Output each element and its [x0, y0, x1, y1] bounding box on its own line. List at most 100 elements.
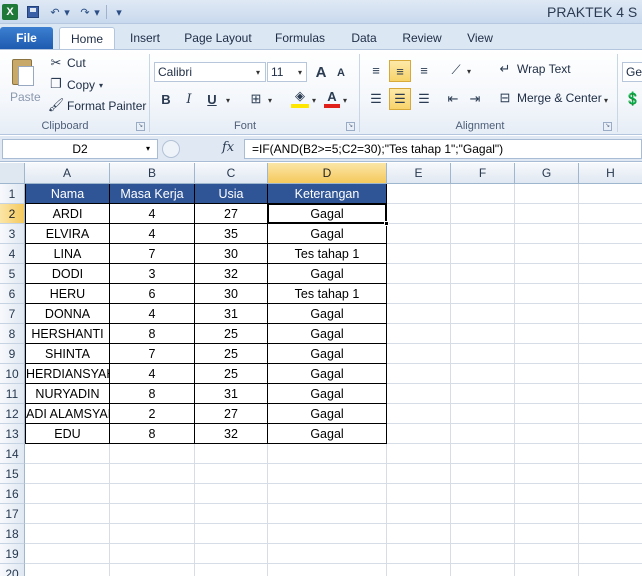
cell-a16[interactable]	[25, 484, 110, 504]
cell-f11[interactable]	[451, 384, 515, 404]
cell-b10[interactable]: 4	[110, 364, 195, 384]
cell-e5[interactable]	[387, 264, 451, 284]
cell-d15[interactable]	[268, 464, 387, 484]
cell-e7[interactable]	[387, 304, 451, 324]
cell-b7[interactable]: 4	[110, 304, 195, 324]
cell-g11[interactable]	[515, 384, 579, 404]
save-icon[interactable]	[26, 4, 40, 20]
cell-h8[interactable]	[579, 324, 642, 344]
column-header-e[interactable]: E	[387, 163, 451, 184]
cell-a20[interactable]	[25, 564, 110, 576]
cell-g17[interactable]	[515, 504, 579, 524]
cell-h3[interactable]	[579, 224, 642, 244]
column-header-c[interactable]: C	[195, 163, 268, 184]
row-header-3[interactable]: 3	[0, 224, 25, 244]
cell-c10[interactable]: 25	[195, 364, 268, 384]
cell-h2[interactable]	[579, 204, 642, 224]
align-middle-icon[interactable]: ≡	[389, 60, 411, 82]
merge-center-dropdown-icon[interactable]: ▾	[604, 96, 608, 105]
cut-button[interactable]: Cut	[67, 56, 86, 70]
row-header-14[interactable]: 14	[0, 444, 25, 464]
column-header-a[interactable]: A	[25, 163, 110, 184]
row-header-8[interactable]: 8	[0, 324, 25, 344]
tab-formulas[interactable]: Formulas	[268, 27, 332, 49]
row-header-5[interactable]: 5	[0, 264, 25, 284]
orientation-icon[interactable]: ⟋	[446, 60, 466, 80]
copy-icon[interactable]: ❐	[48, 76, 64, 92]
redo-dropdown-icon[interactable]: ▾	[93, 4, 101, 20]
cell-g7[interactable]	[515, 304, 579, 324]
cell-c7[interactable]: 31	[195, 304, 268, 324]
cell-b1[interactable]: Masa Kerja	[110, 184, 195, 204]
cell-c4[interactable]: 30	[195, 244, 268, 264]
cell-e12[interactable]	[387, 404, 451, 424]
cell-c3[interactable]: 35	[195, 224, 268, 244]
cell-c2[interactable]: 27	[195, 204, 268, 224]
select-all-corner[interactable]	[0, 163, 25, 184]
cell-f5[interactable]	[451, 264, 515, 284]
row-header-19[interactable]: 19	[0, 544, 25, 564]
cell-a17[interactable]	[25, 504, 110, 524]
cell-a14[interactable]	[25, 444, 110, 464]
row-header-16[interactable]: 16	[0, 484, 25, 504]
cell-h17[interactable]	[579, 504, 642, 524]
cell-b18[interactable]	[110, 524, 195, 544]
cell-b19[interactable]	[110, 544, 195, 564]
cell-g15[interactable]	[515, 464, 579, 484]
grow-font-icon[interactable]: A	[313, 62, 329, 82]
cell-h5[interactable]	[579, 264, 642, 284]
column-header-h[interactable]: H	[579, 163, 642, 184]
cell-f15[interactable]	[451, 464, 515, 484]
cell-g8[interactable]	[515, 324, 579, 344]
row-header-9[interactable]: 9	[0, 344, 25, 364]
cell-f8[interactable]	[451, 324, 515, 344]
cell-g14[interactable]	[515, 444, 579, 464]
cell-b17[interactable]	[110, 504, 195, 524]
orientation-dropdown-icon[interactable]: ▾	[467, 67, 471, 76]
cell-a5[interactable]: DODI	[25, 264, 110, 284]
insert-function-icon[interactable]: fx	[222, 140, 234, 155]
column-header-f[interactable]: F	[451, 163, 515, 184]
font-color-dropdown-icon[interactable]: ▾	[343, 96, 347, 105]
cell-h14[interactable]	[579, 444, 642, 464]
cell-g20[interactable]	[515, 564, 579, 576]
cell-b4[interactable]: 7	[110, 244, 195, 264]
cell-a7[interactable]: DONNA	[25, 304, 110, 324]
cell-f19[interactable]	[451, 544, 515, 564]
cell-f12[interactable]	[451, 404, 515, 424]
format-painter-icon[interactable]: 🖌	[48, 97, 65, 113]
cell-e3[interactable]	[387, 224, 451, 244]
cell-f18[interactable]	[451, 524, 515, 544]
accounting-format-icon[interactable]: 💲	[624, 90, 642, 108]
cell-e14[interactable]	[387, 444, 451, 464]
align-center-icon[interactable]: ☰	[389, 88, 411, 110]
customize-quick-access-icon[interactable]: ▾	[114, 4, 124, 20]
cell-c9[interactable]: 25	[195, 344, 268, 364]
cell-c6[interactable]: 30	[195, 284, 268, 304]
cell-b6[interactable]: 6	[110, 284, 195, 304]
wrap-text-icon[interactable]: ↵	[497, 60, 513, 78]
cell-e9[interactable]	[387, 344, 451, 364]
cell-b16[interactable]	[110, 484, 195, 504]
cell-g13[interactable]	[515, 424, 579, 444]
cell-e20[interactable]	[387, 564, 451, 576]
redo-icon[interactable]: ↷	[78, 4, 92, 20]
row-header-1[interactable]: 1	[0, 184, 25, 204]
cell-b9[interactable]: 7	[110, 344, 195, 364]
cell-d12[interactable]: Gagal	[268, 404, 387, 424]
cell-g19[interactable]	[515, 544, 579, 564]
cell-c8[interactable]: 25	[195, 324, 268, 344]
cell-b20[interactable]	[110, 564, 195, 576]
cell-a1[interactable]: Nama	[25, 184, 110, 204]
wrap-text-button[interactable]: Wrap Text	[517, 62, 571, 76]
cell-a2[interactable]: ARDI	[25, 204, 110, 224]
undo-dropdown-icon[interactable]: ▾	[63, 4, 71, 20]
shrink-font-icon[interactable]: A	[334, 64, 348, 82]
cell-f16[interactable]	[451, 484, 515, 504]
formula-bar-resize-handle[interactable]	[162, 140, 180, 158]
cell-a6[interactable]: HERU	[25, 284, 110, 304]
cell-b2[interactable]: 4	[110, 204, 195, 224]
formula-input[interactable]: =IF(AND(B2>=5;C2=30);"Tes tahap 1";"Gaga…	[244, 139, 642, 159]
copy-dropdown-icon[interactable]: ▾	[97, 80, 105, 90]
cell-c18[interactable]	[195, 524, 268, 544]
